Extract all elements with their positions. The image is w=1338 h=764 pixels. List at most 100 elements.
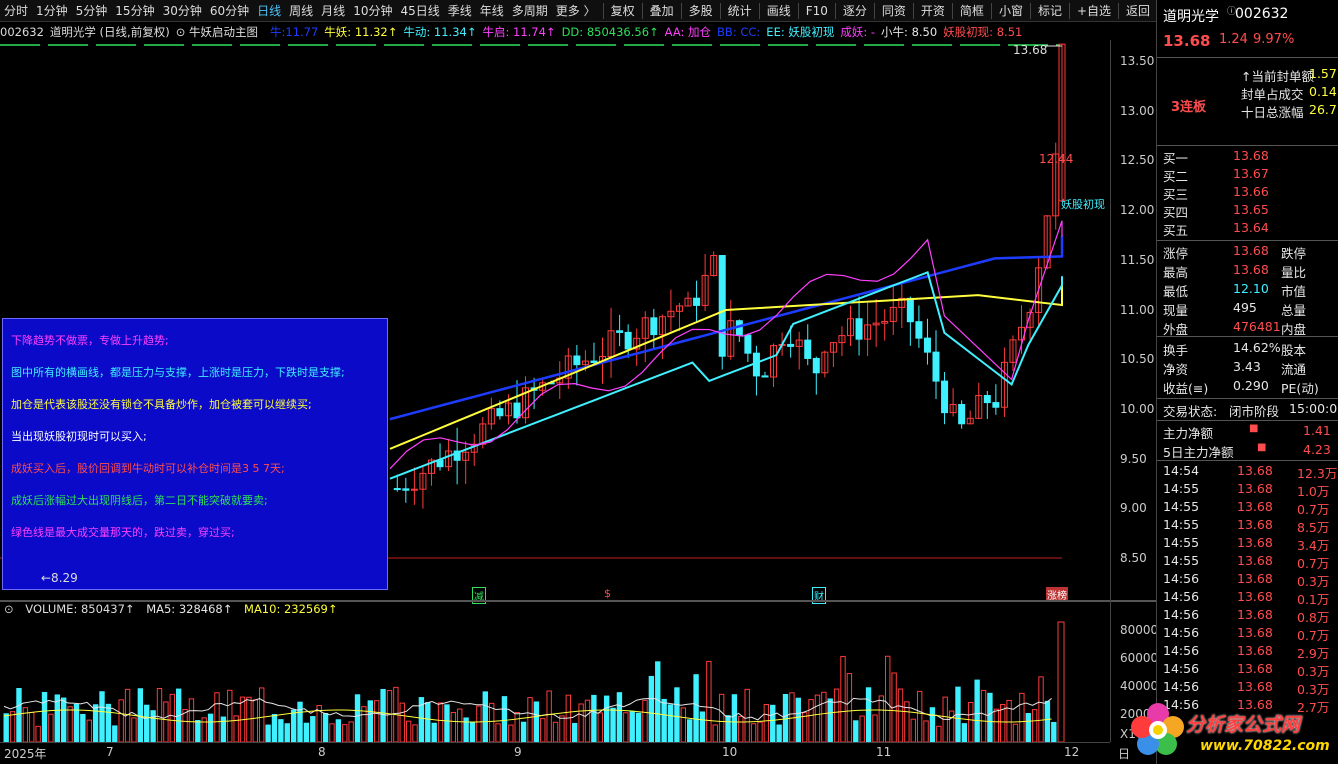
candle-body	[573, 355, 581, 366]
bid-label: 买五	[1163, 223, 1189, 238]
candle-body	[906, 297, 914, 323]
volume-bar	[80, 713, 86, 742]
bid-row-4: 买五 13.64	[1157, 220, 1338, 238]
period-tab-5[interactable]: 60分钟	[206, 0, 253, 21]
stat-row-1: 最高 13.68 量比	[1157, 262, 1338, 280]
tool-button-4[interactable]: 画线	[763, 0, 795, 21]
volume-bar	[386, 690, 393, 742]
tool-button-6[interactable]: 逐分	[839, 0, 871, 21]
volume-bar	[482, 691, 488, 742]
volume-bar	[488, 702, 495, 742]
flow-bar-icon: ■	[1249, 423, 1259, 434]
volume-bar	[968, 702, 974, 742]
period-tab-1[interactable]: 1分钟	[32, 0, 72, 21]
volume-bar	[961, 723, 968, 742]
watermark-title: 分析家公式网	[1186, 714, 1301, 736]
tick-price: 13.68	[1237, 661, 1273, 676]
volume-bar	[457, 708, 463, 742]
tool-button-10[interactable]: 小窗	[995, 0, 1027, 21]
period-tab-12[interactable]: 年线	[476, 0, 508, 21]
tool-button-2[interactable]: 多股	[685, 0, 717, 21]
candle-body	[718, 255, 726, 357]
tick-volume: 0.3万	[1297, 682, 1330, 697]
period-tab-9[interactable]: 10分钟	[349, 0, 396, 21]
volume-bar	[833, 688, 840, 742]
candle-body	[983, 395, 991, 404]
date-tick-6: 12	[1064, 745, 1080, 759]
volume-bar	[105, 703, 112, 742]
volume-bar	[540, 718, 546, 742]
tool-button-1[interactable]: 叠加	[646, 0, 678, 21]
tick-volume: 0.1万	[1297, 592, 1330, 607]
candle-body	[958, 404, 966, 425]
tick-time: 14:55	[1163, 481, 1200, 496]
volume-bar	[776, 724, 782, 742]
stat2-row-0: 换手 14.62% 股本	[1157, 340, 1338, 358]
stat-label-2: 流通	[1281, 362, 1307, 377]
volume-bar	[744, 688, 750, 742]
stat-label-2: PE(动)	[1281, 381, 1319, 396]
stat-row-3: 现量 495 总量	[1157, 300, 1338, 318]
volume-bar	[520, 721, 527, 742]
tool-button-8[interactable]: 开资	[917, 0, 949, 21]
tick-volume: 0.3万	[1297, 664, 1330, 679]
volume-bar	[712, 724, 718, 742]
period-tab-7[interactable]: 周线	[285, 0, 317, 21]
volume-bar	[60, 697, 67, 742]
volume-bar	[156, 687, 163, 742]
seal-value: 26.7	[1309, 102, 1337, 117]
tool-button-13[interactable]: 返回	[1122, 0, 1154, 21]
formula-selector[interactable]: ⊙ 牛妖启动主图	[176, 24, 264, 40]
tool-button-3[interactable]: 统计	[724, 0, 756, 21]
period-tab-10[interactable]: 45日线	[396, 0, 443, 21]
flow-bar-icon: ■	[1257, 442, 1267, 453]
price-tick-7: 10.00	[1120, 401, 1155, 416]
volume-bar	[444, 704, 450, 742]
tool-button-7[interactable]: 同资	[878, 0, 910, 21]
period-tab-2[interactable]: 5分钟	[72, 0, 112, 21]
volume-bar	[252, 699, 259, 742]
stock-title: 道明光学	[1163, 9, 1219, 25]
tool-button-9[interactable]: 简框	[956, 0, 988, 21]
stat-value: 12.10	[1233, 281, 1269, 296]
period-tab-3[interactable]: 15分钟	[111, 0, 158, 21]
trade-status-row: 交易状态: 闭市阶段 15:00:0	[1163, 401, 1338, 419]
tool-button-5[interactable]: F10	[802, 0, 832, 21]
period-tab-4[interactable]: 30分钟	[159, 0, 206, 21]
tick-row-4: 14:55 13.68 3.4万	[1157, 535, 1338, 553]
tool-button-12[interactable]: +自选	[1073, 0, 1115, 21]
period-tab-6[interactable]: 日线	[253, 0, 285, 21]
volume-bar	[674, 687, 680, 742]
stock-name-period[interactable]: 道明光学 (日线,前复权)	[50, 24, 170, 40]
tick-row-3: 14:55 13.68 8.5万	[1157, 517, 1338, 535]
volume-bar	[853, 720, 859, 742]
volume-chart[interactable]	[0, 602, 1110, 742]
seal-label: 封单占成交	[1241, 87, 1304, 102]
candle-body	[744, 334, 752, 354]
volume-bar	[137, 688, 144, 742]
tool-button-11[interactable]: 标记	[1034, 0, 1066, 21]
period-tab-0[interactable]: 分时	[0, 0, 32, 21]
volume-tick-2: 40000	[1120, 679, 1159, 693]
tick-time: 14:55	[1163, 499, 1200, 514]
tick-row-9: 14:56 13.68 0.7万	[1157, 625, 1338, 643]
period-tab-13[interactable]: 多周期	[508, 0, 552, 21]
volume-bar	[437, 702, 444, 742]
tool-button-0[interactable]: 复权	[607, 0, 639, 21]
volume-bar	[3, 713, 9, 742]
volume-bar	[322, 713, 329, 742]
tick-price: 13.68	[1237, 517, 1273, 532]
price-tick-9: 9.00	[1120, 501, 1147, 516]
price-tick-10: 8.50	[1120, 551, 1147, 565]
period-tab-11[interactable]: 季线	[444, 0, 476, 21]
volume-bar	[278, 719, 284, 742]
volume-bar	[948, 710, 955, 742]
tick-time: 14:55	[1163, 535, 1200, 550]
tick-row-11: 14:56 13.68 0.3万	[1157, 661, 1338, 679]
period-tab-14[interactable]: 更多 〉	[552, 0, 600, 21]
volume-bar	[163, 701, 169, 742]
period-tab-8[interactable]: 月线	[317, 0, 349, 21]
volume-bar	[1019, 692, 1025, 742]
tick-time: 14:56	[1163, 571, 1200, 586]
volume-bar	[699, 711, 706, 742]
